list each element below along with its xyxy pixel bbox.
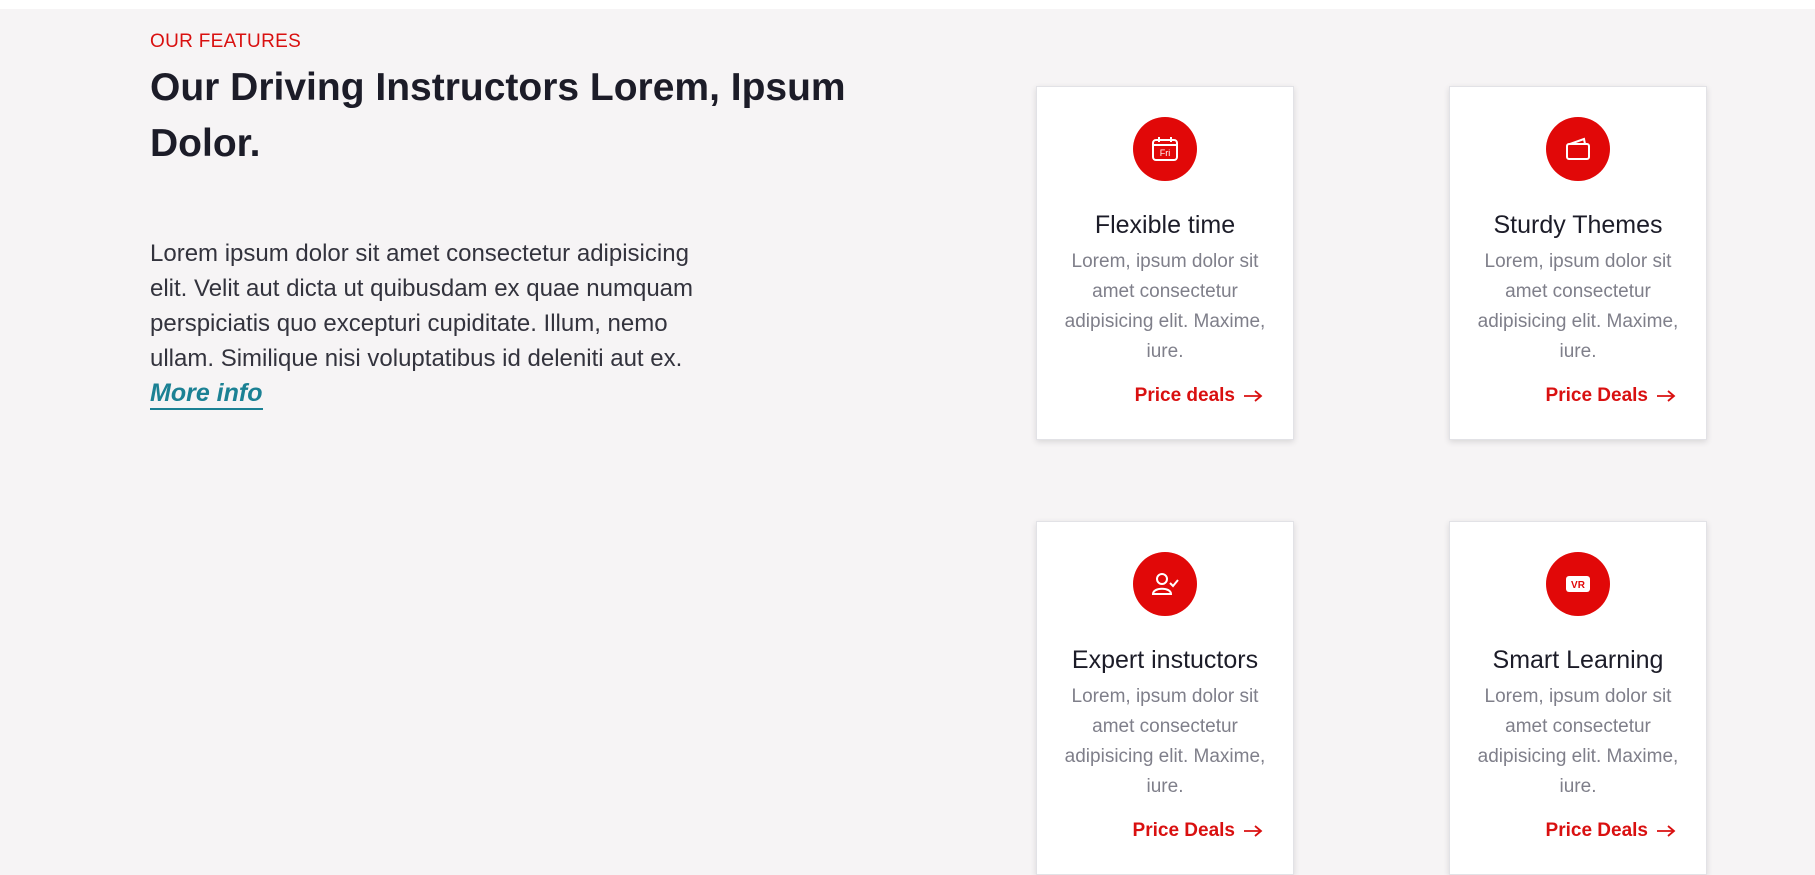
card-title: Flexible time: [1094, 211, 1236, 239]
wallet-icon: [1546, 117, 1610, 181]
price-deals-label: Price Deals: [1545, 385, 1648, 406]
calendar-icon: Fri: [1133, 117, 1197, 181]
card-title: Sturdy Themes: [1493, 211, 1663, 239]
card-title: Expert instuctors: [1071, 646, 1259, 674]
card-description: Lorem, ipsum dolor sit amet consectetur …: [1477, 686, 1679, 797]
feature-card-expert-instructors: Expert instuctors Lorem, ipsum dolor sit…: [1036, 521, 1294, 875]
features-intro: OUR FEATURES Our Driving Instructors Lor…: [150, 30, 870, 411]
card-description: Lorem, ipsum dolor sit amet consectetur …: [1064, 686, 1266, 797]
section-headline: Our Driving Instructors Lorem, Ipsum Dol…: [150, 66, 846, 165]
card-title: Smart Learning: [1492, 646, 1664, 674]
price-deals-link[interactable]: Price Deals: [1133, 820, 1263, 842]
price-deals-label: Price Deals: [1545, 820, 1648, 841]
vr-icon: VR: [1546, 552, 1610, 616]
feature-card-smart-learning: VR Smart Learning Lorem, ipsum dolor sit…: [1449, 521, 1707, 875]
svg-text:VR: VR: [1571, 580, 1586, 591]
price-deals-link[interactable]: Price Deals: [1546, 385, 1676, 407]
price-deals-link[interactable]: Price deals: [1135, 385, 1263, 407]
price-deals-label: Price deals: [1134, 385, 1235, 406]
arrow-right-icon: [1244, 390, 1263, 402]
section-body-text: Lorem ipsum dolor sit amet consectetur a…: [150, 240, 693, 372]
price-deals-link[interactable]: Price Deals: [1546, 820, 1676, 842]
arrow-right-icon: [1657, 390, 1676, 402]
svg-text:Fri: Fri: [1160, 148, 1171, 158]
arrow-right-icon: [1657, 825, 1676, 837]
person-check-icon: [1133, 552, 1197, 616]
arrow-right-icon: [1244, 825, 1263, 837]
card-description: Lorem, ipsum dolor sit amet consectetur …: [1064, 251, 1266, 362]
more-info-link[interactable]: More info: [150, 378, 263, 410]
section-eyebrow: OUR FEATURES: [150, 31, 302, 52]
top-strip: [0, 0, 1815, 9]
section-body: Lorem ipsum dolor sit amet consectetur a…: [150, 236, 730, 411]
card-description: Lorem, ipsum dolor sit amet consectetur …: [1477, 251, 1679, 362]
price-deals-label: Price Deals: [1132, 820, 1235, 841]
feature-card-flexible-time: Fri Flexible time Lorem, ipsum dolor sit…: [1036, 86, 1294, 440]
feature-card-sturdy-themes: Sturdy Themes Lorem, ipsum dolor sit ame…: [1449, 86, 1707, 440]
